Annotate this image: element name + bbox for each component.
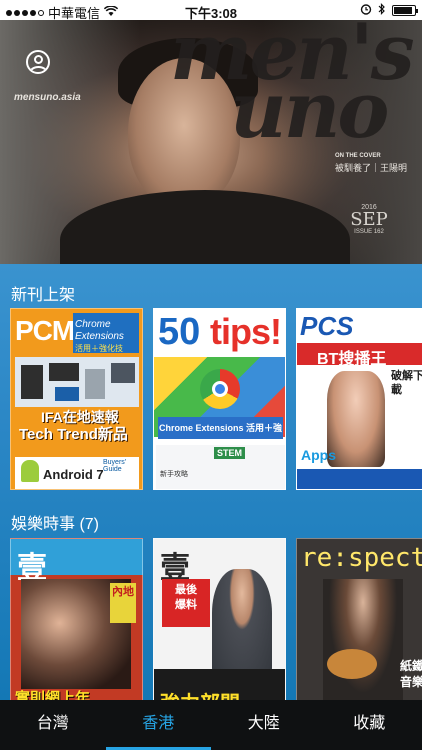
region-tab-bar: 台灣 香港 大陸 收藏 <box>0 700 422 750</box>
cover-text: 音樂 <box>399 674 422 689</box>
bluetooth-icon <box>378 3 386 18</box>
magazine-cover-next-2[interactable]: 壹 最後 爆料 強力部門 <box>153 538 286 700</box>
issue-month: SEP <box>350 209 388 230</box>
magazine-logo: re:spect <box>301 543 422 573</box>
cover-text: tips! <box>210 311 282 352</box>
cover-image <box>15 357 139 407</box>
tab-hong-kong[interactable]: 香港 <box>105 700 212 750</box>
cover-text-block: 紙鐵 音樂 <box>400 659 422 690</box>
cover-text: 強力部門 <box>160 687 240 700</box>
featured-cover[interactable]: men's uno mensuno.asia ON THE COVER 被馴養了… <box>0 20 422 264</box>
battery-icon <box>392 5 418 16</box>
tab-favorites[interactable]: 收藏 <box>317 700 422 750</box>
magazine-cover-50-tips[interactable]: 50 tips! Chrome Extensions 活用＋強化技 STEM 新… <box>153 308 286 490</box>
chrome-icon <box>200 369 240 409</box>
status-right <box>360 3 418 18</box>
magazine-logo: PCM <box>15 315 75 346</box>
magazine-logo: 50 <box>158 311 201 353</box>
magazine-cover-pcm[interactable]: PCM Chrome Extensions 活用＋強化技 IFA在地速報 Tec… <box>10 308 143 490</box>
cover-text: 實則網上年 <box>15 690 91 700</box>
cover-text: Tech Trend新品 <box>19 426 128 443</box>
cover-text: 新手攻略 <box>160 471 188 478</box>
alarm-icon <box>360 3 372 18</box>
magazine-cover-next-1[interactable]: 壹 內地 實則網上年 <box>10 538 143 700</box>
cover-text: Chrome Extensions 活用＋強化技 <box>158 417 283 455</box>
status-time: 下午3:08 <box>184 6 238 21</box>
cover-text: Apps <box>301 447 336 463</box>
cover-text: 活用＋強化技 <box>75 344 123 353</box>
cover-text: 紙鐵 <box>399 659 422 673</box>
section-title-new: 新刊上架 <box>11 287 76 304</box>
cover-text: Chrome <box>75 319 111 330</box>
cover-badge: 最後 爆料 <box>162 579 210 627</box>
cover-text: BT搜播王 <box>317 351 387 368</box>
cover-text: Android 7 <box>43 467 104 482</box>
magazine-cover-pcs[interactable]: PCS BT搜播王 破解下載 Apps <box>296 308 422 490</box>
magazine-logo: PCS <box>300 311 354 341</box>
cover-image <box>212 569 272 679</box>
battery-level <box>394 7 412 14</box>
magazine-row-entertainment: 壹 內地 實則網上年 壹 最後 爆料 強力部門 re:spect 紙鐵 音樂 <box>10 538 422 700</box>
cover-text: Buyers' Guide <box>103 459 127 473</box>
cover-name: 被馴養了｜王陽明 <box>335 163 408 173</box>
cover-text: 破解下載 <box>391 370 422 397</box>
cover-label: ON THE COVER <box>335 153 381 159</box>
status-bar: 中華電信 下午3:08 <box>0 0 422 21</box>
cover-masthead-2: uno <box>230 65 389 156</box>
cover-text: STEM <box>214 447 246 459</box>
magazine-cover-respect[interactable]: re:spect 紙鐵 音樂 <box>296 538 422 700</box>
cover-site: mensuno.asia <box>14 92 81 103</box>
cover-text: 內地 <box>110 583 136 623</box>
cover-text: 最後 <box>175 584 197 596</box>
magazine-row-new: PCM Chrome Extensions 活用＋強化技 IFA在地速報 Tec… <box>10 308 422 490</box>
section-title-entertainment: 娛樂時事 (7) <box>11 516 100 533</box>
cover-image <box>323 579 403 700</box>
content-area[interactable]: 新刊上架 PCM Chrome Extensions 活用＋強化技 IFA在地速… <box>0 264 422 700</box>
cover-text: 爆料 <box>175 599 197 612</box>
tab-mainland[interactable]: 大陸 <box>211 700 317 750</box>
user-profile-icon[interactable] <box>26 50 50 74</box>
android-icon <box>21 460 39 482</box>
issue-mark: 2016 SEP ISSUE 162 <box>343 204 395 235</box>
cover-text: Extensions <box>75 331 124 342</box>
tab-taiwan[interactable]: 台灣 <box>0 700 106 750</box>
